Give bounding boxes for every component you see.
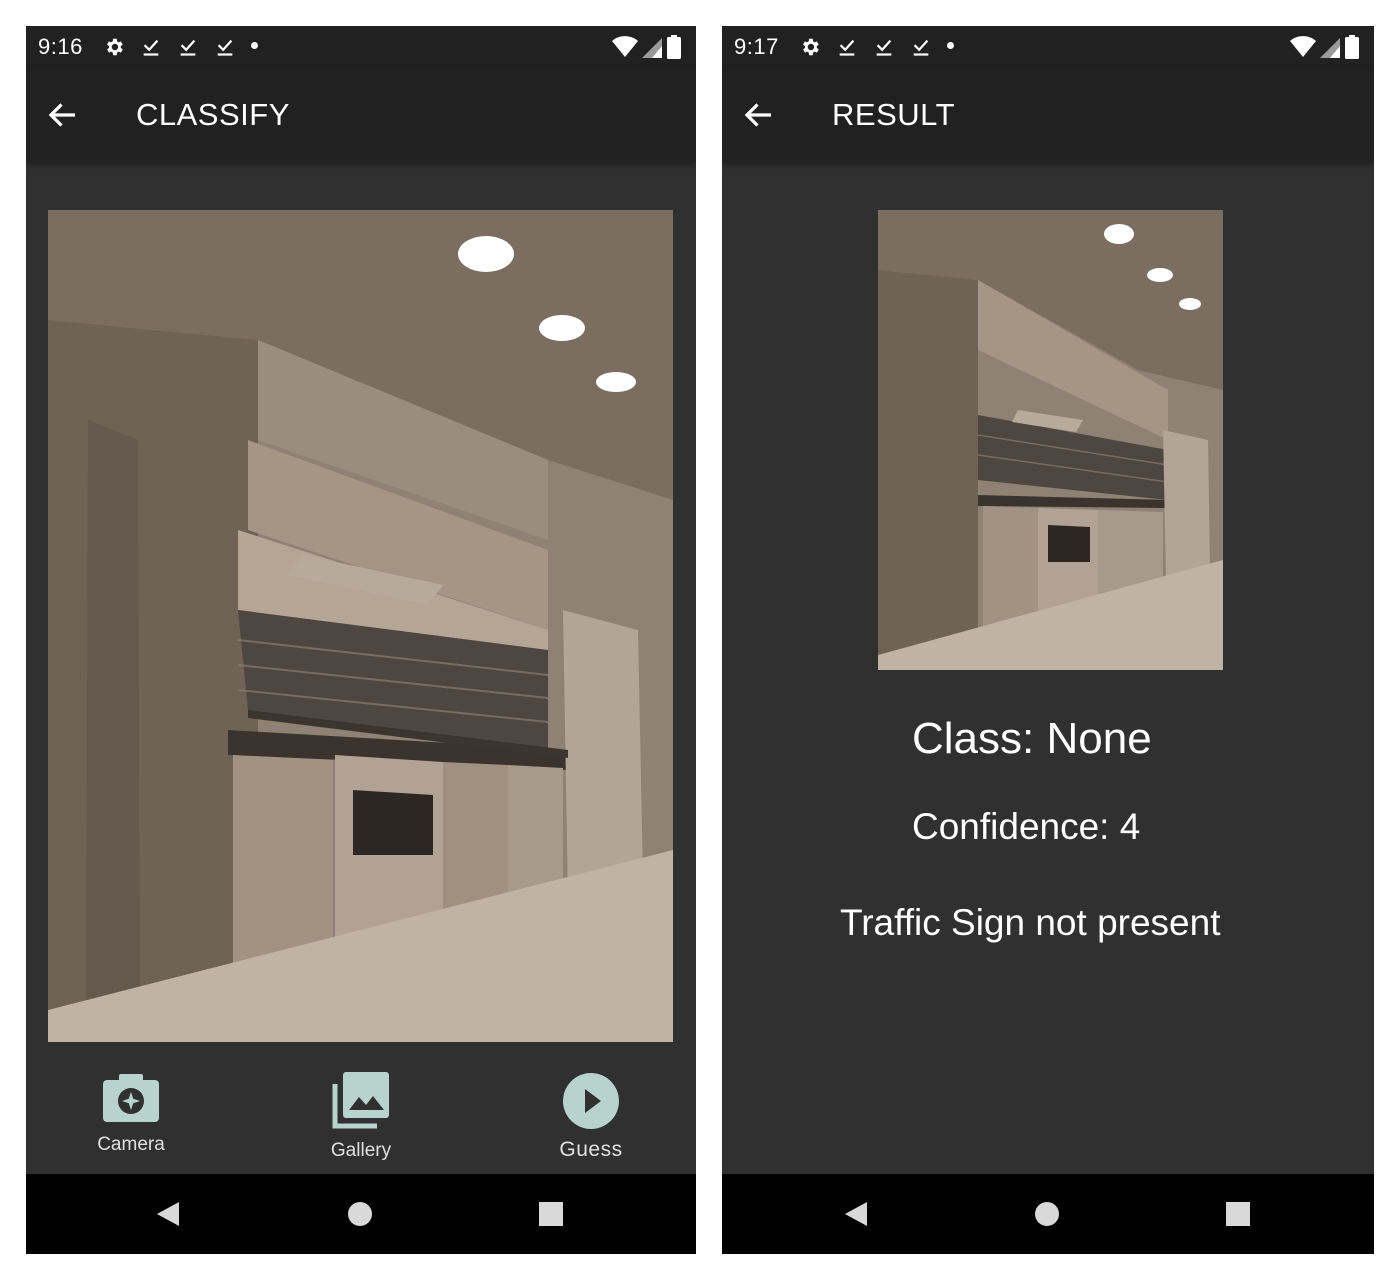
play-circle-icon bbox=[563, 1073, 619, 1129]
nav-recents-button[interactable] bbox=[533, 1196, 569, 1232]
download-done-icon bbox=[836, 36, 858, 58]
home-circle-icon bbox=[348, 1202, 372, 1226]
app-bar: CLASSIFY bbox=[26, 68, 696, 162]
gallery-icon bbox=[332, 1072, 389, 1129]
download-done-icon bbox=[910, 36, 932, 58]
page-title: CLASSIFY bbox=[136, 97, 290, 132]
navigation-bar bbox=[26, 1174, 696, 1254]
download-done-icon bbox=[177, 36, 199, 58]
result-class: Class: None bbox=[912, 714, 1152, 763]
nav-back-button[interactable] bbox=[838, 1196, 874, 1232]
status-time: 9:17 bbox=[734, 34, 779, 59]
notification-dot-icon bbox=[946, 41, 954, 49]
back-triangle-icon bbox=[157, 1202, 179, 1226]
cell-signal-icon bbox=[642, 38, 662, 58]
gallery-button[interactable]: Gallery bbox=[316, 1072, 406, 1162]
nav-back-button[interactable] bbox=[150, 1196, 186, 1232]
battery-icon bbox=[667, 35, 681, 59]
recents-square-icon bbox=[1226, 1202, 1250, 1226]
back-triangle-icon bbox=[845, 1202, 867, 1226]
action-bar: Camera Gallery Guess bbox=[26, 1056, 696, 1174]
result-screen: 9:17 RESULT Class: None Confidence: 4 Tr… bbox=[722, 26, 1374, 1254]
kitchen-photo bbox=[48, 210, 673, 1042]
status-right-icons bbox=[1286, 35, 1360, 59]
navigation-bar bbox=[722, 1174, 1374, 1254]
back-button[interactable] bbox=[28, 85, 98, 145]
nav-home-button[interactable] bbox=[342, 1196, 378, 1232]
app-bar: RESULT bbox=[722, 68, 1374, 162]
back-arrow-icon bbox=[45, 97, 81, 133]
download-done-icon bbox=[873, 36, 895, 58]
status-time: 9:16 bbox=[38, 34, 83, 59]
download-done-icon bbox=[140, 36, 162, 58]
camera-icon bbox=[103, 1074, 159, 1122]
cell-signal-icon bbox=[1320, 38, 1340, 58]
settings-icon bbox=[103, 36, 125, 58]
battery-icon bbox=[1345, 35, 1359, 59]
recents-square-icon bbox=[539, 1202, 563, 1226]
kitchen-photo bbox=[878, 210, 1223, 670]
home-circle-icon bbox=[1035, 1202, 1059, 1226]
result-message: Traffic Sign not present bbox=[840, 902, 1221, 943]
back-button[interactable] bbox=[724, 85, 794, 145]
nav-home-button[interactable] bbox=[1029, 1196, 1065, 1232]
camera-label: Camera bbox=[97, 1134, 165, 1155]
classify-screen: 9:16 CLASSIFY Camera Gallery Guess bbox=[26, 26, 696, 1254]
result-confidence: Confidence: 4 bbox=[912, 806, 1141, 847]
download-done-icon bbox=[214, 36, 236, 58]
guess-label: Guess bbox=[559, 1138, 623, 1161]
notification-dot-icon bbox=[250, 41, 258, 49]
settings-icon bbox=[799, 36, 821, 58]
wifi-icon bbox=[612, 36, 638, 57]
guess-button[interactable]: Guess bbox=[546, 1072, 636, 1162]
wifi-icon bbox=[1290, 36, 1316, 57]
nav-recents-button[interactable] bbox=[1220, 1196, 1256, 1232]
back-arrow-icon bbox=[741, 97, 777, 133]
status-right-icons bbox=[608, 35, 682, 59]
status-bar: 9:17 bbox=[722, 26, 1374, 68]
camera-button[interactable]: Camera bbox=[86, 1072, 176, 1156]
page-title: RESULT bbox=[832, 97, 956, 132]
gallery-label: Gallery bbox=[330, 1140, 392, 1161]
status-bar: 9:16 bbox=[26, 26, 696, 68]
